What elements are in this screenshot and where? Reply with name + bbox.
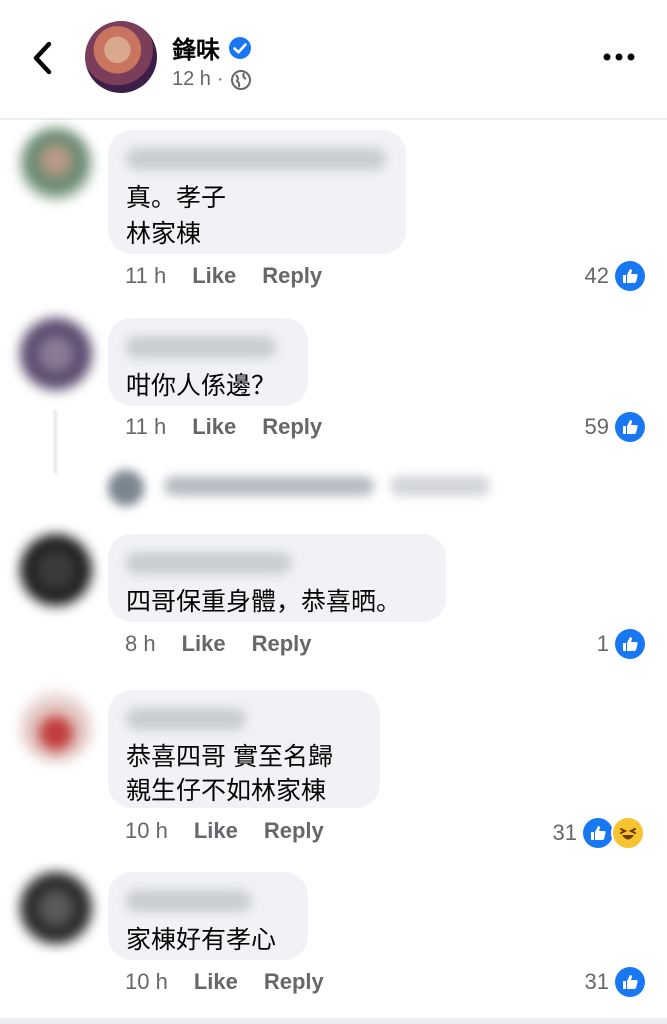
comment-time: 8 h [125,631,156,656]
reaction-summary[interactable]: 42 [585,261,645,291]
commenter-avatar[interactable] [20,690,92,762]
back-button[interactable] [22,38,62,78]
commenter-avatar[interactable] [20,128,92,200]
like-icon [615,629,645,659]
author-name-row[interactable]: 鋒味 [172,30,252,65]
commenter-name-blurred [126,708,246,730]
post-time[interactable]: 12 h [172,68,211,91]
reaction-count: 31 [584,969,609,994]
reaction-count: 42 [584,263,609,288]
reply-count-blurred [390,476,490,496]
commenter-avatar[interactable] [20,534,92,606]
globe-icon [230,69,251,90]
comment-text: 四哥保重身體，恭喜晒。 [126,588,402,616]
verified-badge-icon [229,36,251,59]
comment-actions: 8 h Like Reply [125,631,312,657]
reply-button[interactable]: Reply [262,263,322,289]
author-avatar[interactable] [85,21,157,93]
reaction-count: 1 [596,631,609,656]
comment-text: 真。孝子 林家棟 [126,184,227,248]
author-name[interactable]: 鋒味 [172,30,220,65]
reaction-count: 59 [584,414,609,439]
comment-time: 10 h [125,969,168,994]
commenter-avatar[interactable] [20,318,92,390]
comment-time: 11 h [125,263,167,288]
commenter-name-blurred [126,890,251,912]
reply-button[interactable]: Reply [252,631,312,657]
like-button[interactable]: Like [192,414,236,440]
reply-author-blurred [164,476,374,496]
like-button[interactable]: Like [194,969,238,995]
reply-button[interactable]: Reply [264,969,324,995]
commenter-name-blurred [126,552,291,574]
thread-line [54,410,57,474]
reaction-summary[interactable]: 31 [553,816,645,850]
like-button[interactable]: Like [194,818,238,844]
meta-separator: · [216,68,224,90]
comment-text: 咁你人係邊？ [126,372,277,400]
like-icon [615,261,645,291]
reply-preview[interactable] [108,466,508,506]
commenter-name-blurred [126,336,276,358]
comment-bubble[interactable]: 真。孝子 林家棟 [108,130,406,254]
comment-actions: 10 h Like Reply [125,818,324,844]
like-icon [615,967,645,997]
more-options-button[interactable] [599,42,639,72]
commenter-avatar[interactable] [20,872,92,944]
like-button[interactable]: Like [192,263,236,289]
reaction-summary[interactable]: 59 [585,412,645,442]
like-button[interactable]: Like [182,631,226,657]
comment-text: 恭喜四哥 實至名歸 親生仔不如林家棟 [126,743,333,805]
comment-actions: 10 h Like Reply [125,969,324,995]
reaction-summary[interactable]: 31 [585,967,645,997]
comment-time: 11 h [125,414,167,439]
commenter-name-blurred [126,148,386,170]
haha-icon [611,816,645,850]
next-comment-edge [0,1018,667,1024]
post-meta: 12 h · [172,68,252,91]
reaction-count: 31 [552,820,577,845]
comment-bubble[interactable]: 家棟好有孝心 [108,872,308,960]
comment-actions: 11 h Like Reply [125,414,322,440]
comment-bubble[interactable]: 咁你人係邊？ [108,318,308,406]
comment-actions: 11 h Like Reply [125,263,322,289]
like-icon [583,818,613,848]
reply-button[interactable]: Reply [262,414,322,440]
reaction-summary[interactable]: 1 [597,629,645,659]
more-options-icon [603,53,635,61]
chevron-left-icon [33,41,52,75]
like-icon [615,412,645,442]
comment-text: 家棟好有孝心 [126,926,277,954]
comment-bubble[interactable]: 四哥保重身體，恭喜晒。 [108,534,446,622]
post-header: 鋒味 12 h · [0,0,667,120]
comment-bubble[interactable]: 恭喜四哥 實至名歸 親生仔不如林家棟 [108,690,380,808]
reply-button[interactable]: Reply [264,818,324,844]
reply-avatar [108,470,144,506]
comment-time: 10 h [125,818,168,843]
